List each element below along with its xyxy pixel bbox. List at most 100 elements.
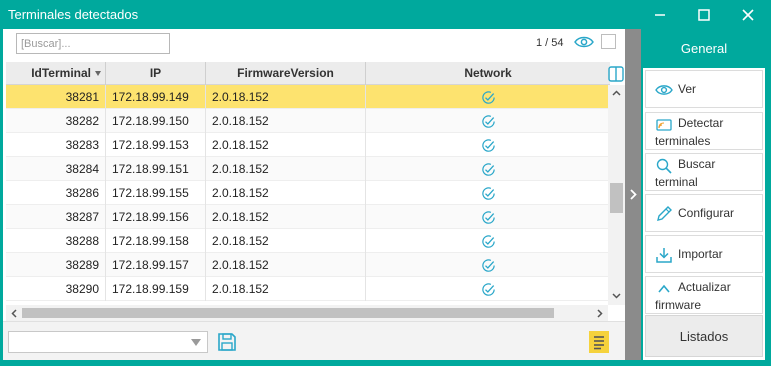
cell-idterminal: 38283 xyxy=(6,133,106,157)
pencil-icon xyxy=(657,206,672,221)
importar-button[interactable]: Importar xyxy=(645,235,763,273)
cell-network xyxy=(366,229,610,253)
page-counter: 1 / 54 xyxy=(536,37,564,49)
chevron-right-icon xyxy=(629,189,637,200)
listados-button[interactable]: Listados xyxy=(645,315,763,357)
configurar-button[interactable]: Configurar xyxy=(645,194,763,232)
terminals-grid: IdTerminal IP FirmwareVersion Network 38… xyxy=(6,62,610,305)
minimize-button[interactable] xyxy=(646,4,674,26)
eye-icon[interactable] xyxy=(574,35,594,49)
cell-idterminal: 38290 xyxy=(6,277,106,301)
ver-button[interactable]: Ver xyxy=(645,70,763,108)
select-all-checkbox[interactable] xyxy=(601,34,616,49)
detectar-terminales-button[interactable]: Detectar terminales xyxy=(645,112,763,150)
scroll-left-button[interactable] xyxy=(6,305,22,321)
check-circle-icon xyxy=(481,186,496,201)
cell-network xyxy=(366,253,610,277)
horizontal-scroll-thumb[interactable] xyxy=(22,308,554,318)
column-header-network[interactable]: Network xyxy=(366,62,610,85)
cell-network xyxy=(366,205,610,229)
cell-firmwareversion: 2.0.18.152 xyxy=(206,229,366,253)
vertical-scrollbar[interactable] xyxy=(608,85,625,305)
column-header-idterminal[interactable]: IdTerminal xyxy=(6,62,106,85)
chevron-left-icon xyxy=(11,308,17,318)
app-window: Terminales detectados 1 / 54 IdTerminal … xyxy=(0,0,771,366)
terminal-detect-icon xyxy=(656,119,672,131)
table-row[interactable]: 38282 172.18.99.150 2.0.18.152 xyxy=(6,109,610,133)
check-circle-icon xyxy=(481,210,496,225)
cell-firmwareversion: 2.0.18.152 xyxy=(206,157,366,181)
cell-network xyxy=(366,85,610,109)
window-title: Terminales detectados xyxy=(8,7,139,22)
chevron-down-icon xyxy=(612,293,621,299)
eye-icon xyxy=(655,85,673,95)
cell-idterminal: 38282 xyxy=(6,109,106,133)
table-row[interactable]: 38290 172.18.99.159 2.0.18.152 xyxy=(6,277,610,301)
cell-firmwareversion: 2.0.18.152 xyxy=(206,109,366,133)
cell-ip: 172.18.99.156 xyxy=(106,205,206,229)
sort-arrow-icon xyxy=(95,71,101,76)
table-row[interactable]: 38286 172.18.99.155 2.0.18.152 xyxy=(6,181,610,205)
maximize-icon xyxy=(698,9,710,21)
column-header-firmwareversion[interactable]: FirmwareVersion xyxy=(206,62,366,85)
check-circle-icon xyxy=(481,258,496,273)
check-circle-icon xyxy=(481,138,496,153)
cell-network xyxy=(366,157,610,181)
bottom-bar xyxy=(3,321,640,360)
cell-idterminal: 38284 xyxy=(6,157,106,181)
table-row[interactable]: 38288 172.18.99.158 2.0.18.152 xyxy=(6,229,610,253)
save-button[interactable] xyxy=(216,331,238,353)
cell-firmwareversion: 2.0.18.152 xyxy=(206,205,366,229)
cell-ip: 172.18.99.155 xyxy=(106,181,206,205)
cell-network xyxy=(366,109,610,133)
scroll-down-button[interactable] xyxy=(608,288,625,304)
cell-idterminal: 38288 xyxy=(6,229,106,253)
scroll-right-button[interactable] xyxy=(592,305,608,321)
check-circle-icon xyxy=(481,162,496,177)
table-row[interactable]: 38287 172.18.99.156 2.0.18.152 xyxy=(6,205,610,229)
actions-panel: General Ver Detectar terminales Buscar t… xyxy=(643,29,765,360)
filter-select[interactable] xyxy=(8,331,208,353)
cell-ip: 172.18.99.151 xyxy=(106,157,206,181)
export-list-button[interactable] xyxy=(589,331,609,353)
actualizar-firmware-button[interactable]: Actualizar firmware xyxy=(645,276,763,314)
close-button[interactable] xyxy=(734,4,762,26)
cell-firmwareversion: 2.0.18.152 xyxy=(206,85,366,109)
chevron-right-icon xyxy=(597,308,603,318)
cell-idterminal: 38289 xyxy=(6,253,106,277)
maximize-button[interactable] xyxy=(690,4,718,26)
column-header-ip[interactable]: IP xyxy=(106,62,206,85)
cell-idterminal: 38281 xyxy=(6,85,106,109)
cell-firmwareversion: 2.0.18.152 xyxy=(206,133,366,157)
chevron-up-icon xyxy=(612,90,621,96)
check-circle-icon xyxy=(481,282,496,297)
cell-ip: 172.18.99.153 xyxy=(106,133,206,157)
scroll-up-button[interactable] xyxy=(608,85,625,101)
cell-ip: 172.18.99.159 xyxy=(106,277,206,301)
panel-splitter[interactable] xyxy=(625,29,641,360)
column-chooser-icon[interactable] xyxy=(608,66,624,82)
cell-firmwareversion: 2.0.18.152 xyxy=(206,277,366,301)
close-icon xyxy=(742,9,754,21)
check-circle-icon xyxy=(481,90,496,105)
list-export-icon xyxy=(594,336,604,350)
check-circle-icon xyxy=(481,234,496,249)
cell-idterminal: 38287 xyxy=(6,205,106,229)
table-row[interactable]: 38281 172.18.99.149 2.0.18.152 xyxy=(6,85,610,109)
table-row[interactable]: 38289 172.18.99.157 2.0.18.152 xyxy=(6,253,610,277)
cell-firmwareversion: 2.0.18.152 xyxy=(206,253,366,277)
terminal-list-pane: 1 / 54 IdTerminal IP FirmwareVersion Net… xyxy=(3,29,640,360)
table-row[interactable]: 38284 172.18.99.151 2.0.18.152 xyxy=(6,157,610,181)
cell-ip: 172.18.99.149 xyxy=(106,85,206,109)
tab-general[interactable]: General xyxy=(643,29,765,68)
cell-network xyxy=(366,133,610,157)
buscar-terminal-button[interactable]: Buscar terminal xyxy=(645,153,763,191)
cell-firmwareversion: 2.0.18.152 xyxy=(206,181,366,205)
cell-ip: 172.18.99.157 xyxy=(106,253,206,277)
vertical-scroll-thumb[interactable] xyxy=(610,183,623,213)
horizontal-scrollbar[interactable] xyxy=(6,305,608,321)
title-bar: Terminales detectados xyxy=(0,0,771,29)
cell-network xyxy=(366,181,610,205)
table-row[interactable]: 38283 172.18.99.153 2.0.18.152 xyxy=(6,133,610,157)
search-input[interactable] xyxy=(16,33,170,54)
